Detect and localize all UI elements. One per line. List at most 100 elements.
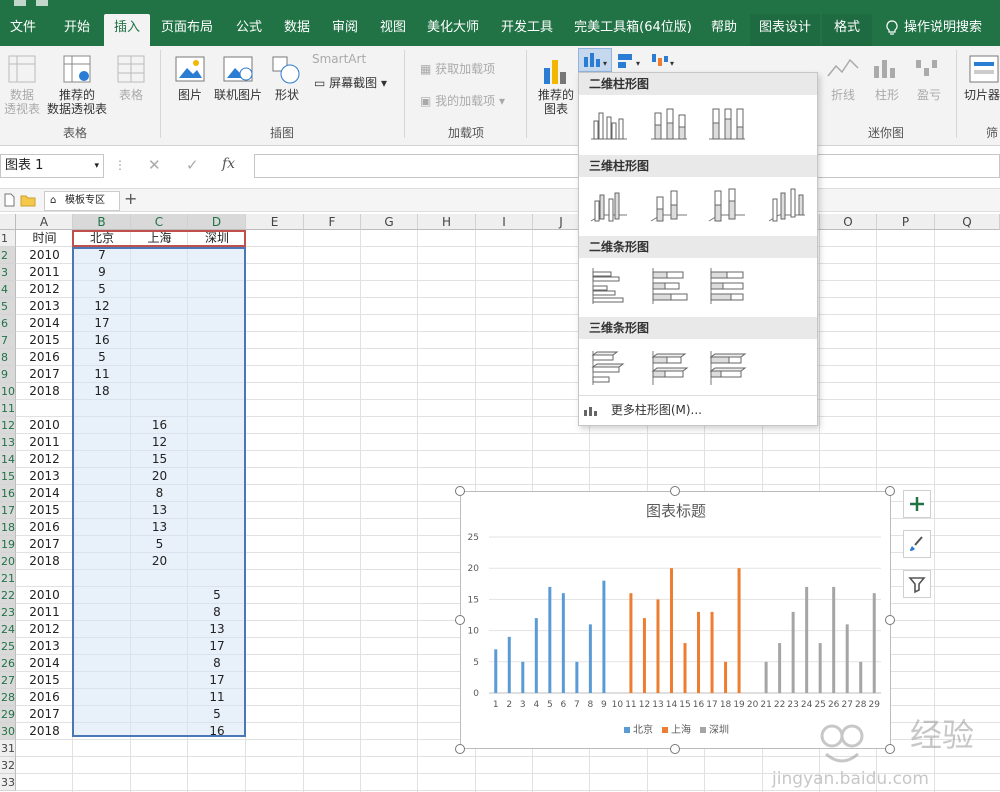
row-header-31[interactable]: 31 bbox=[0, 740, 16, 757]
3d-column-icon[interactable] bbox=[767, 185, 807, 225]
row-header-6[interactable]: 6 bbox=[0, 315, 16, 332]
value-cell[interactable]: 7 bbox=[73, 247, 131, 264]
column-header-G[interactable]: G bbox=[361, 214, 418, 230]
value-cell[interactable]: 8 bbox=[188, 655, 246, 672]
enter-icon[interactable]: ✓ bbox=[186, 156, 199, 174]
resize-handle[interactable] bbox=[885, 486, 895, 496]
value-cell[interactable]: 20 bbox=[131, 553, 188, 570]
column-header-P[interactable]: P bbox=[877, 214, 935, 230]
row-header-5[interactable]: 5 bbox=[0, 298, 16, 315]
header-cell[interactable]: 北京 bbox=[73, 230, 131, 247]
sparkline-line-button[interactable]: 折线 bbox=[826, 88, 860, 102]
year-cell[interactable]: 2014 bbox=[16, 315, 73, 332]
value-cell[interactable]: 16 bbox=[73, 332, 131, 349]
row-header-13[interactable]: 13 bbox=[0, 434, 16, 451]
row-header-2[interactable]: 2 bbox=[0, 247, 16, 264]
year-cell[interactable]: 2012 bbox=[16, 281, 73, 298]
recommended-charts-button[interactable]: 推荐的 图表 bbox=[532, 88, 580, 116]
column-header-Q[interactable]: Q bbox=[935, 214, 1000, 230]
hierarchy-chart-icon[interactable]: ▾ bbox=[614, 52, 646, 72]
online-picture-button[interactable]: 联机图片 bbox=[210, 88, 266, 102]
select-all-corner[interactable] bbox=[0, 214, 16, 230]
get-addins-button[interactable]: ▦ 获取加载项 bbox=[420, 62, 520, 76]
value-cell[interactable]: 11 bbox=[73, 366, 131, 383]
header-cell[interactable]: 上海 bbox=[131, 230, 188, 247]
row-header-8[interactable]: 8 bbox=[0, 349, 16, 366]
value-cell[interactable]: 16 bbox=[188, 723, 246, 740]
row-header-19[interactable]: 19 bbox=[0, 536, 16, 553]
pivot-table-button[interactable]: 数据 透视表 bbox=[0, 88, 44, 116]
tab-review[interactable]: 审阅 bbox=[322, 14, 368, 46]
value-cell[interactable]: 13 bbox=[131, 502, 188, 519]
my-addins-button[interactable]: ▣ 我的加载项 ▾ bbox=[420, 94, 520, 108]
row-header-14[interactable]: 14 bbox=[0, 451, 16, 468]
year-cell[interactable]: 2010 bbox=[16, 417, 73, 434]
3d-percent-stacked-bar-icon[interactable] bbox=[707, 347, 747, 387]
tab-beautify[interactable]: 美化大师 bbox=[418, 14, 488, 46]
row-header-25[interactable]: 25 bbox=[0, 638, 16, 655]
row-header-1[interactable]: 1 bbox=[0, 230, 16, 247]
resize-handle[interactable] bbox=[455, 486, 465, 496]
column-chart-dropdown-button[interactable]: ▾ bbox=[578, 48, 612, 72]
row-header-11[interactable]: 11 bbox=[0, 400, 16, 417]
recommended-pivot-button[interactable]: 推荐的 数据透视表 bbox=[42, 88, 112, 116]
value-cell[interactable]: 12 bbox=[131, 434, 188, 451]
tab-insert[interactable]: 插入 bbox=[104, 14, 150, 46]
quick-access-icon[interactable] bbox=[14, 0, 26, 6]
value-cell[interactable]: 16 bbox=[131, 417, 188, 434]
row-header-7[interactable]: 7 bbox=[0, 332, 16, 349]
name-box[interactable]: 图表 1 ▾ bbox=[0, 154, 104, 178]
year-cell[interactable]: 2010 bbox=[16, 247, 73, 264]
3d-clustered-column-icon[interactable] bbox=[589, 185, 629, 225]
value-cell[interactable]: 13 bbox=[131, 519, 188, 536]
resize-handle[interactable] bbox=[670, 744, 680, 754]
value-cell[interactable]: 12 bbox=[73, 298, 131, 315]
row-header-24[interactable]: 24 bbox=[0, 621, 16, 638]
row-header-18[interactable]: 18 bbox=[0, 519, 16, 536]
chart-styles-button[interactable] bbox=[903, 530, 931, 558]
value-cell[interactable]: 5 bbox=[73, 349, 131, 366]
value-cell[interactable]: 5 bbox=[188, 587, 246, 604]
row-header-17[interactable]: 17 bbox=[0, 502, 16, 519]
cancel-icon[interactable]: ✕ bbox=[148, 156, 161, 174]
row-header-9[interactable]: 9 bbox=[0, 366, 16, 383]
value-cell[interactable]: 17 bbox=[188, 672, 246, 689]
insert-function-icon[interactable]: fx bbox=[222, 156, 235, 172]
year-cell[interactable]: 2018 bbox=[16, 383, 73, 400]
resize-handle[interactable] bbox=[455, 615, 465, 625]
column-header-C[interactable]: C bbox=[131, 214, 188, 230]
tab-formulas[interactable]: 公式 bbox=[226, 14, 272, 46]
row-header-16[interactable]: 16 bbox=[0, 485, 16, 502]
tab-perfect-toolbox[interactable]: 完美工具箱(64位版) bbox=[566, 14, 700, 46]
value-cell[interactable]: 18 bbox=[73, 383, 131, 400]
year-cell[interactable]: 2016 bbox=[16, 519, 73, 536]
header-cell[interactable]: 时间 bbox=[16, 230, 73, 247]
sparkline-winloss-button[interactable]: 盈亏 bbox=[912, 88, 946, 102]
chart-elements-button[interactable] bbox=[903, 490, 931, 518]
value-cell[interactable]: 5 bbox=[73, 281, 131, 298]
3d-clustered-bar-icon[interactable] bbox=[589, 347, 629, 387]
tell-me-search[interactable]: 操作说明搜索 bbox=[904, 14, 994, 46]
clustered-column-icon[interactable] bbox=[589, 103, 629, 143]
row-header-30[interactable]: 30 bbox=[0, 723, 16, 740]
tab-file[interactable]: 文件 bbox=[0, 14, 46, 46]
folder-icon[interactable] bbox=[20, 193, 36, 207]
tab-view[interactable]: 视图 bbox=[370, 14, 416, 46]
value-cell[interactable]: 9 bbox=[73, 264, 131, 281]
clustered-bar-icon[interactable] bbox=[589, 266, 629, 306]
row-header-26[interactable]: 26 bbox=[0, 655, 16, 672]
year-cell[interactable]: 2015 bbox=[16, 502, 73, 519]
resize-handle[interactable] bbox=[670, 486, 680, 496]
value-cell[interactable]: 5 bbox=[188, 706, 246, 723]
row-header-12[interactable]: 12 bbox=[0, 417, 16, 434]
value-cell[interactable]: 5 bbox=[131, 536, 188, 553]
percent-stacked-column-icon[interactable] bbox=[707, 103, 747, 143]
quick-access-icon[interactable] bbox=[36, 0, 48, 6]
more-column-charts-item[interactable]: 更多柱形图(M)... bbox=[583, 399, 702, 421]
row-header-20[interactable]: 20 bbox=[0, 553, 16, 570]
row-header-10[interactable]: 10 bbox=[0, 383, 16, 400]
smartart-button[interactable]: SmartArt bbox=[312, 52, 392, 66]
row-header-29[interactable]: 29 bbox=[0, 706, 16, 723]
tab-chart-design[interactable]: 图表设计 bbox=[750, 14, 820, 46]
value-cell[interactable]: 15 bbox=[131, 451, 188, 468]
